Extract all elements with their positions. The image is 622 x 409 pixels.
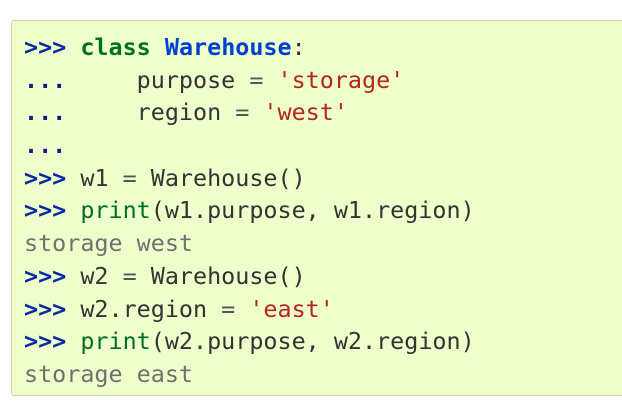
keyword: class bbox=[80, 33, 151, 61]
class-name: Warehouse bbox=[164, 33, 292, 61]
continuation-prompt: ... bbox=[24, 65, 67, 94]
continuation-prompt: ... bbox=[24, 98, 67, 127]
continuation-prompt: ... bbox=[24, 131, 67, 160]
identifier: w1 bbox=[80, 163, 109, 192]
code-line-6: >>> print(w1.purpose, w1.region) bbox=[24, 194, 475, 227]
string-literal: 'west' bbox=[263, 98, 348, 127]
prompt: >>> bbox=[24, 33, 67, 61]
output: storage east bbox=[24, 359, 193, 388]
prompt: >>> bbox=[24, 294, 67, 323]
code-line-11: storage east bbox=[24, 358, 475, 391]
identifier: purpose bbox=[80, 65, 236, 94]
call: Warehouse() bbox=[150, 261, 306, 290]
code-line-7: storage west bbox=[24, 227, 475, 260]
string-literal: 'storage' bbox=[277, 65, 405, 94]
code-line-8: >>> w2 = Warehouse() bbox=[24, 260, 475, 293]
code-line-10: >>> print(w2.purpose, w2.region) bbox=[24, 325, 475, 358]
code-line-1: >>> class Warehouse: bbox=[24, 31, 475, 64]
code-line-9: >>> w2.region = 'east' bbox=[24, 293, 475, 326]
identifier: region bbox=[80, 98, 222, 127]
prompt: >>> bbox=[24, 196, 67, 225]
code-line-4: ... bbox=[24, 129, 475, 162]
code-block: >>> class Warehouse:... purpose = 'stora… bbox=[11, 20, 622, 396]
code-line-3: ... region = 'west' bbox=[24, 96, 475, 129]
arguments: (w1.purpose, w1.region) bbox=[150, 196, 475, 225]
prompt: >>> bbox=[24, 327, 67, 356]
operator: = bbox=[221, 98, 264, 127]
operator: = bbox=[235, 65, 278, 94]
arguments: (w2.purpose, w2.region) bbox=[150, 327, 475, 356]
identifier: w2 bbox=[80, 261, 109, 290]
punctuation: : bbox=[291, 33, 306, 61]
operator: = bbox=[108, 261, 151, 290]
builtin-function: print bbox=[80, 327, 151, 356]
identifier: w2.region bbox=[80, 294, 208, 323]
call: Warehouse() bbox=[150, 163, 306, 192]
code-line-5: >>> w1 = Warehouse() bbox=[24, 162, 475, 195]
code-line-2: ... purpose = 'storage' bbox=[24, 64, 475, 97]
output: storage west bbox=[24, 229, 193, 258]
prompt: >>> bbox=[24, 261, 67, 290]
python-session: >>> class Warehouse:... purpose = 'stora… bbox=[24, 31, 475, 391]
operator: = bbox=[207, 294, 250, 323]
prompt: >>> bbox=[24, 163, 67, 192]
string-literal: 'east' bbox=[249, 294, 334, 323]
operator: = bbox=[108, 163, 151, 192]
builtin-function: print bbox=[80, 196, 151, 225]
